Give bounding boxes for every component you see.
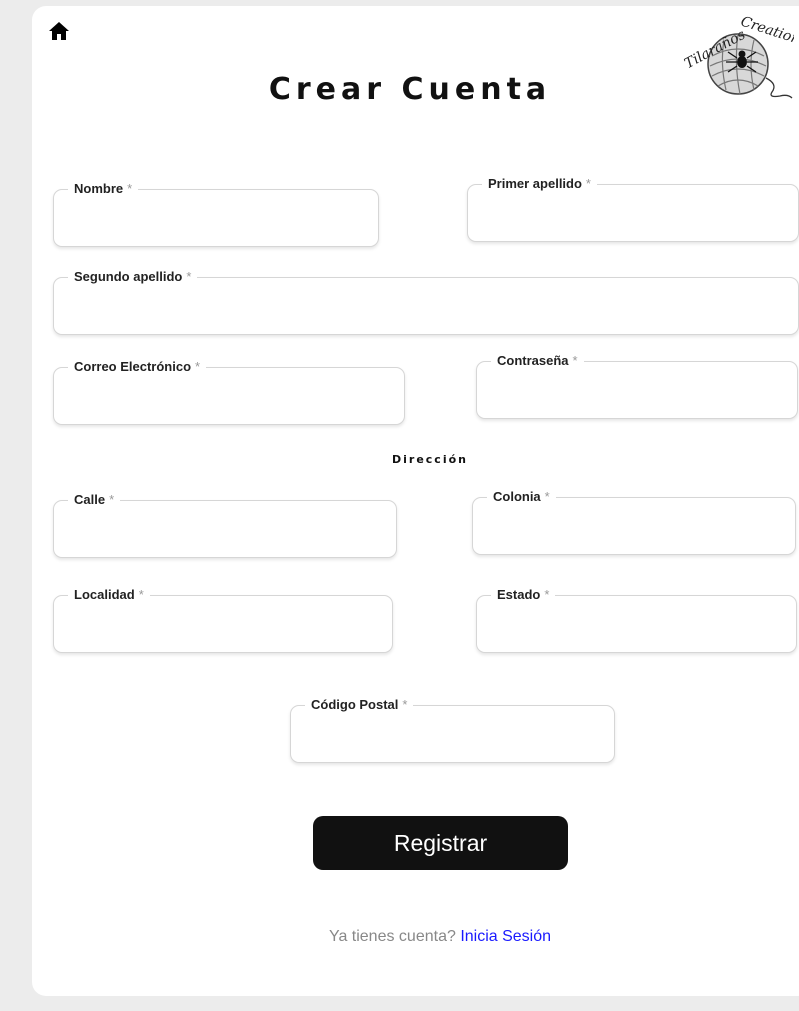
required-mark: * xyxy=(544,489,550,504)
nombre-field[interactable]: Nombre * xyxy=(53,180,379,247)
password-label-text: Contraseña xyxy=(497,353,569,368)
home-icon[interactable] xyxy=(47,19,71,43)
calle-label: Calle * xyxy=(68,491,121,509)
login-prompt: Ya tienes cuenta? Inicia Sesión xyxy=(200,928,680,946)
codigo-postal-label-text: Código Postal xyxy=(311,697,399,712)
codigo-postal-label: Código Postal * xyxy=(305,696,414,714)
required-mark: * xyxy=(572,353,578,368)
localidad-label: Localidad * xyxy=(68,586,150,604)
calle-field[interactable]: Calle * xyxy=(53,491,397,558)
estado-field[interactable]: Estado * xyxy=(476,586,797,653)
page-title: Crear Cuenta xyxy=(268,72,552,107)
required-mark: * xyxy=(195,359,201,374)
nombre-label-text: Nombre xyxy=(74,181,124,196)
colonia-label-text: Colonia xyxy=(493,489,541,504)
password-label: Contraseña * xyxy=(491,352,584,370)
colonia-field[interactable]: Colonia * xyxy=(472,488,796,555)
segundo-apellido-label: Segundo apellido * xyxy=(68,268,198,286)
primer-apellido-field[interactable]: Primer apellido * xyxy=(467,175,799,242)
login-prompt-text: Ya tienes cuenta? xyxy=(328,928,456,945)
address-section-label: Dirección xyxy=(392,453,468,466)
login-link[interactable]: Inicia Sesión xyxy=(460,928,551,945)
localidad-field[interactable]: Localidad * xyxy=(53,586,393,653)
codigo-postal-field[interactable]: Código Postal * xyxy=(290,696,615,763)
calle-label-text: Calle xyxy=(74,492,106,507)
required-mark: * xyxy=(127,181,133,196)
email-label-text: Correo Electrónico xyxy=(74,359,192,374)
required-mark: * xyxy=(186,269,192,284)
email-label: Correo Electrónico * xyxy=(68,358,207,376)
segundo-apellido-field[interactable]: Segundo apellido * xyxy=(53,268,799,335)
required-mark: * xyxy=(402,697,408,712)
primer-apellido-label-text: Primer apellido xyxy=(488,176,582,191)
nombre-label: Nombre * xyxy=(68,180,139,198)
brand-logo: Tilaraños Creations xyxy=(676,12,799,102)
estado-label: Estado * xyxy=(491,586,556,604)
password-field[interactable]: Contraseña * xyxy=(476,352,798,419)
required-mark: * xyxy=(109,492,115,507)
required-mark: * xyxy=(585,176,591,191)
localidad-label-text: Localidad xyxy=(74,587,135,602)
register-button[interactable]: Registrar xyxy=(313,816,568,870)
colonia-label: Colonia * xyxy=(487,488,556,506)
primer-apellido-label: Primer apellido * xyxy=(482,175,597,193)
required-mark: * xyxy=(544,587,550,602)
email-field[interactable]: Correo Electrónico * xyxy=(53,358,405,425)
segundo-apellido-label-text: Segundo apellido xyxy=(74,269,183,284)
required-mark: * xyxy=(138,587,144,602)
estado-label-text: Estado xyxy=(497,587,541,602)
